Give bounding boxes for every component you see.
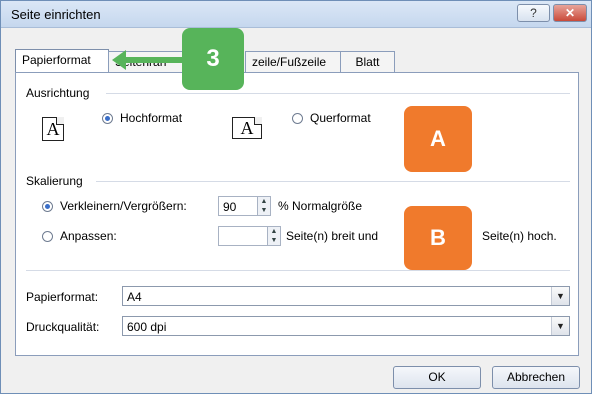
portrait-label: Hochformat [120, 111, 183, 125]
close-button[interactable]: ✕ [553, 4, 587, 22]
scaling-section-label: Skalierung [26, 174, 83, 188]
page-setup-dialog: Seite einrichten ? ✕ Papierformat Seiten… [0, 0, 592, 394]
annotation-badge-a: A [404, 106, 472, 172]
tab-blatt[interactable]: Blatt [340, 51, 395, 73]
fit-radio[interactable] [42, 231, 53, 242]
tab-papierformat[interactable]: Papierformat [15, 49, 109, 73]
fit-label: Anpassen: [60, 229, 117, 243]
print-quality-value: 600 dpi [127, 320, 167, 334]
fit-wide-input[interactable] [218, 226, 268, 246]
cancel-button[interactable]: Abbrechen [492, 366, 580, 389]
tab-panel: Ausrichtung A Hochformat A Querformat Sk… [15, 72, 579, 356]
chevron-down-icon[interactable]: ▼ [551, 317, 569, 335]
callout-arrow-icon [112, 50, 126, 70]
scale-percent-input[interactable]: 90 [218, 196, 258, 216]
annotation-badge-b: B [404, 206, 472, 270]
help-button[interactable]: ? [517, 4, 550, 22]
print-quality-label: Druckqualität: [26, 320, 100, 334]
dialog-title: Seite einrichten [11, 7, 101, 22]
portrait-icon: A [42, 117, 64, 141]
landscape-label: Querformat [310, 111, 371, 125]
callout-arrow-shaft [122, 57, 184, 63]
scale-percent-spinner[interactable]: ▲ ▼ [257, 196, 271, 216]
chevron-down-icon[interactable]: ▼ [551, 287, 569, 305]
tab-kopfzeile-fusszeile[interactable]: zeile/Fußzeile [245, 51, 341, 73]
fit-wide-spinner[interactable]: ▲ ▼ [267, 226, 281, 246]
print-quality-select[interactable]: 600 dpi ▼ [122, 316, 570, 336]
paper-size-value: A4 [127, 290, 142, 304]
paper-size-select[interactable]: A4 ▼ [122, 286, 570, 306]
ok-button[interactable]: OK [393, 366, 481, 389]
orientation-divider [106, 93, 570, 94]
reduce-radio[interactable] [42, 201, 53, 212]
portrait-radio[interactable] [102, 113, 113, 124]
scaling-divider [96, 181, 570, 182]
reduce-label: Verkleinern/Vergrößern: [60, 199, 187, 213]
spin-down-icon[interactable]: ▼ [268, 236, 280, 245]
scale-percent-value: 90 [223, 200, 237, 214]
spin-up-icon[interactable]: ▲ [258, 197, 270, 206]
spin-down-icon[interactable]: ▼ [258, 206, 270, 215]
scale-unit-label: % Normalgröße [278, 199, 363, 213]
landscape-icon: A [232, 117, 262, 139]
fit-wide-label: Seite(n) breit und [286, 229, 379, 243]
orientation-section-label: Ausrichtung [26, 86, 90, 100]
landscape-radio[interactable] [292, 113, 303, 124]
paper-size-label: Papierformat: [26, 290, 99, 304]
step-badge: 3 [182, 28, 244, 90]
paper-divider [26, 270, 570, 271]
spin-up-icon[interactable]: ▲ [268, 227, 280, 236]
title-bar: Seite einrichten ? ✕ [1, 1, 591, 28]
fit-tall-label: Seite(n) hoch. [482, 229, 557, 243]
